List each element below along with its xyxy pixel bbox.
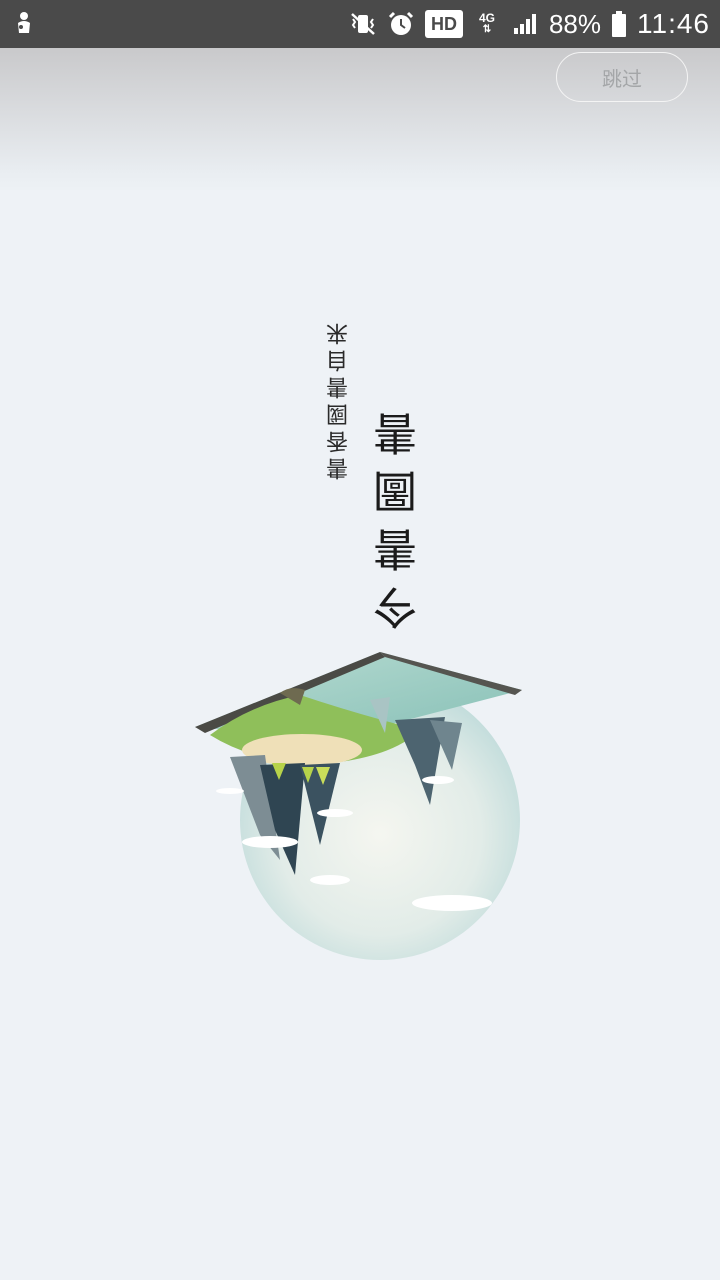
battery-icon: [611, 10, 627, 38]
splash-title: 今書圖書: [374, 398, 425, 630]
splash-subtitle: 書香國書自来: [327, 318, 352, 480]
battery-percent: 88%: [548, 8, 601, 39]
status-time: 11:46: [637, 8, 710, 39]
signal-icon: [511, 10, 539, 38]
notification-app-icon: [10, 10, 38, 38]
skip-button[interactable]: 跳过: [556, 52, 688, 102]
alarm-icon: [387, 10, 415, 38]
data-arrows-icon: 4G ⇅: [478, 11, 495, 35]
hd-icon: HD: [424, 10, 463, 38]
splash-illustration: [195, 652, 522, 960]
status-bar: HD 4G ⇅ 88% 11:46: [0, 0, 720, 48]
mute-vibrate-icon: [349, 10, 377, 38]
